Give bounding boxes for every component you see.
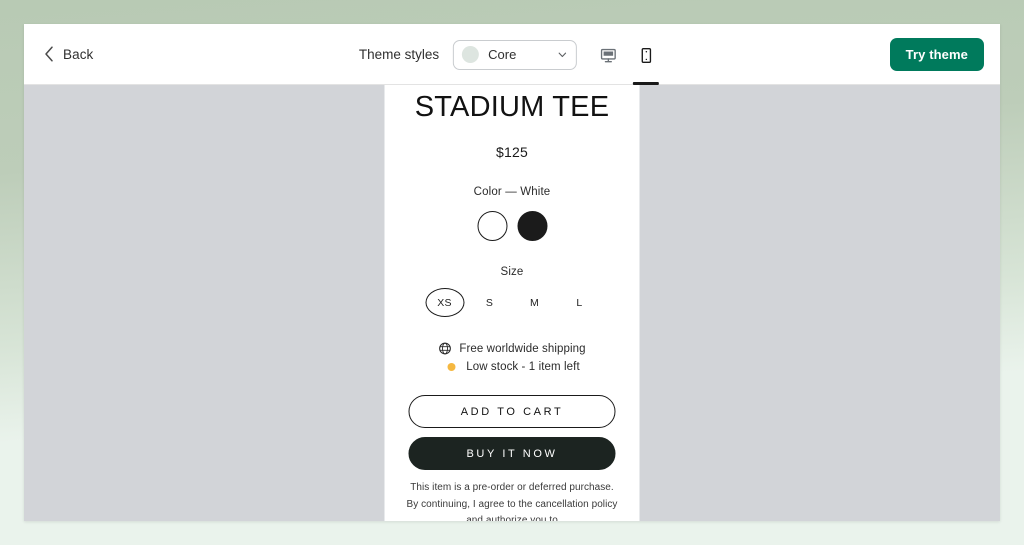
back-button[interactable]: Back [34,38,103,70]
color-swatch-white[interactable] [477,211,507,242]
color-option-label: Color — White [473,186,551,199]
stock-note: Low stock - 1 item left [466,361,580,374]
product-info-list: Free worldwide shipping Low stock - 1 it… [385,342,640,373]
stock-status-dot-icon [447,363,456,372]
try-theme-button[interactable]: Try theme [889,38,984,71]
size-option-m[interactable]: M [515,288,554,317]
device-toggle [589,24,665,85]
mobile-preview-frame: STADIUM TEE $125 Color — White Size XS S… [384,85,640,521]
preview-area: STADIUM TEE $125 Color — White Size XS S… [24,85,1000,521]
buy-it-now-button[interactable]: BUY IT NOW [408,437,616,471]
cta-group: ADD TO CART BUY IT NOW [385,395,640,471]
theme-style-select[interactable]: Core [453,39,578,70]
mobile-icon [641,47,651,63]
color-swatch-black[interactable] [517,211,547,242]
chevron-down-icon [558,52,567,58]
size-option-group: XS S M L [385,288,640,318]
shipping-info-row: Free worldwide shipping [438,342,586,355]
chevron-left-icon [45,46,53,62]
size-option-xs[interactable]: XS [425,288,464,318]
device-mobile-button[interactable] [627,25,665,85]
size-option-label: Size [500,266,524,279]
product-title: STADIUM TEE [414,91,610,123]
size-option-l[interactable]: L [560,288,599,317]
theme-styles-label: Theme styles [358,47,440,62]
shipping-note: Free worldwide shipping [459,342,586,355]
product-price: $125 [496,144,528,161]
style-swatch-icon [462,46,480,63]
top-bar: Back Theme styles Core Try theme [24,24,1000,85]
size-option-s[interactable]: S [470,288,509,317]
stock-info-row: Low stock - 1 item left [444,361,580,373]
add-to-cart-button[interactable]: ADD TO CART [408,395,616,429]
theme-style-controls: Theme styles Core [359,24,665,85]
globe-icon [438,343,451,355]
style-select-value: Core [488,47,517,62]
device-desktop-button[interactable] [589,25,627,85]
product-page: STADIUM TEE $125 Color — White Size XS S… [385,85,640,521]
checkout-fine-print: This item is a pre-order or deferred pur… [406,482,618,521]
color-swatch-group [385,211,640,242]
back-label: Back [63,46,94,62]
desktop-icon [600,48,616,62]
theme-preview-window: Back Theme styles Core Try theme STADIUM… [24,24,1000,521]
